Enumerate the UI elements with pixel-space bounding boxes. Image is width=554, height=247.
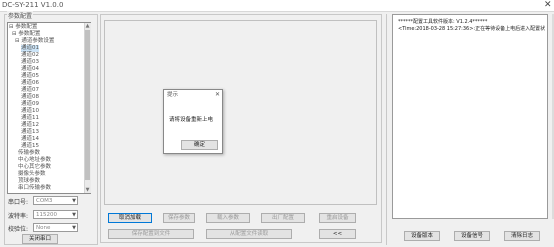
panel-divider bbox=[386, 14, 387, 245]
prompt-dialog: 提示 ✕ 请将设备重新上电 确定 bbox=[163, 89, 223, 154]
parity-select[interactable]: None ▼ bbox=[33, 223, 78, 232]
tree-item[interactable]: 通道05 bbox=[21, 73, 39, 80]
tree-item[interactable]: 通道13 bbox=[21, 129, 39, 136]
tree-item[interactable]: 通道09 bbox=[21, 101, 39, 108]
tree-item[interactable]: ⊟ 参数配置 bbox=[12, 31, 40, 38]
close-icon[interactable]: ✕ bbox=[215, 91, 220, 98]
title-bar bbox=[0, 0, 554, 12]
read-config-file-button[interactable]: 从配置文件读取 bbox=[206, 229, 292, 239]
tree-item[interactable]: 通道14 bbox=[21, 136, 39, 143]
tree-item[interactable]: ⊟ 通道参数设置 bbox=[15, 38, 54, 45]
tree-item[interactable]: 通道12 bbox=[21, 122, 39, 129]
baud-label: 波特率: bbox=[8, 213, 29, 220]
tree-item[interactable]: 通道10 bbox=[21, 108, 39, 115]
tree-item[interactable]: 中心地址参数 bbox=[18, 157, 51, 164]
chevron-down-icon: ▼ bbox=[72, 225, 76, 231]
port-label: 串口号: bbox=[8, 199, 29, 206]
tree-item[interactable]: 顶球参数 bbox=[18, 178, 40, 185]
log-output[interactable]: ******配置工具软件版本: V1.2.4****** <Time:2018-0… bbox=[392, 14, 548, 219]
restart-device-button[interactable]: 重启设备 bbox=[319, 213, 356, 223]
chevron-down-icon: ▼ bbox=[72, 198, 76, 204]
load-params-button[interactable]: 载入参数 bbox=[206, 213, 250, 223]
device-version-button[interactable]: 设备版本 bbox=[404, 231, 440, 241]
tree-item[interactable]: 中心其它参数 bbox=[18, 164, 51, 171]
tree-item[interactable]: 通道11 bbox=[21, 115, 39, 122]
tree-item[interactable]: 摄像头参数 bbox=[18, 171, 46, 178]
tree-item[interactable]: ⊟ 参数配置 bbox=[9, 24, 37, 31]
scroll-up-icon[interactable]: ▲ bbox=[84, 23, 91, 29]
tree-item[interactable]: 通道06 bbox=[21, 80, 39, 87]
tree-item[interactable]: 通道15 bbox=[21, 143, 39, 150]
collapse-button[interactable]: << bbox=[319, 229, 356, 239]
tree-item[interactable]: 串口传输参数 bbox=[18, 185, 51, 192]
tree-item[interactable]: 通道02 bbox=[21, 52, 39, 59]
device-signal-button[interactable]: 设备信号 bbox=[454, 231, 490, 241]
tree-item[interactable]: 通道07 bbox=[21, 87, 39, 94]
baud-select[interactable]: 115200 ▼ bbox=[33, 210, 78, 219]
tree-item[interactable]: 通道01 bbox=[21, 45, 39, 52]
parity-label: 校验位: bbox=[8, 226, 29, 233]
tree-item[interactable]: 传输参数 bbox=[18, 150, 40, 157]
chevron-down-icon: ▼ bbox=[72, 212, 76, 218]
tree-item[interactable]: 通道08 bbox=[21, 94, 39, 101]
tree-item[interactable]: 通道03 bbox=[21, 59, 39, 66]
scroll-down-icon[interactable]: ▼ bbox=[84, 187, 91, 193]
param-tree[interactable]: ⊟ 参数配置 ⊟ 参数配置 ⊟ 通道参数设置 通道01 通道02 通道03 通道04 通道05… bbox=[7, 22, 91, 194]
save-params-button[interactable]: 保存参数 bbox=[163, 213, 195, 223]
close-icon[interactable]: ✕ bbox=[544, 0, 552, 11]
log-line: ******配置工具软件版本: V1.2.4****** bbox=[398, 19, 488, 25]
config-group-label: 参数配置 bbox=[7, 11, 34, 20]
dialog-title: 提示 bbox=[167, 92, 179, 98]
window-title: DC-SY-211 V1.0.0 bbox=[2, 1, 64, 9]
close-port-button[interactable]: 关闭串口 bbox=[22, 234, 58, 244]
clear-log-button[interactable]: 清除日志 bbox=[504, 231, 540, 241]
ok-button[interactable]: 确定 bbox=[181, 140, 218, 150]
log-line: <Time:2018-03-28 15:27:36>:正在等待设备上电后进入配置… bbox=[398, 26, 546, 32]
save-config-file-button[interactable]: 保存配置到文件 bbox=[108, 229, 194, 239]
cancel-load-button[interactable]: 取消加载 bbox=[108, 213, 152, 223]
dialog-message: 请将设备重新上电 bbox=[169, 117, 214, 123]
work-area bbox=[104, 20, 377, 205]
tree-scroll-thumb[interactable] bbox=[85, 30, 90, 180]
factory-config-button[interactable]: 出厂配置 bbox=[261, 213, 305, 223]
tree-item[interactable]: 通道04 bbox=[21, 66, 39, 73]
port-select[interactable]: COM3 ▼ bbox=[33, 196, 78, 205]
